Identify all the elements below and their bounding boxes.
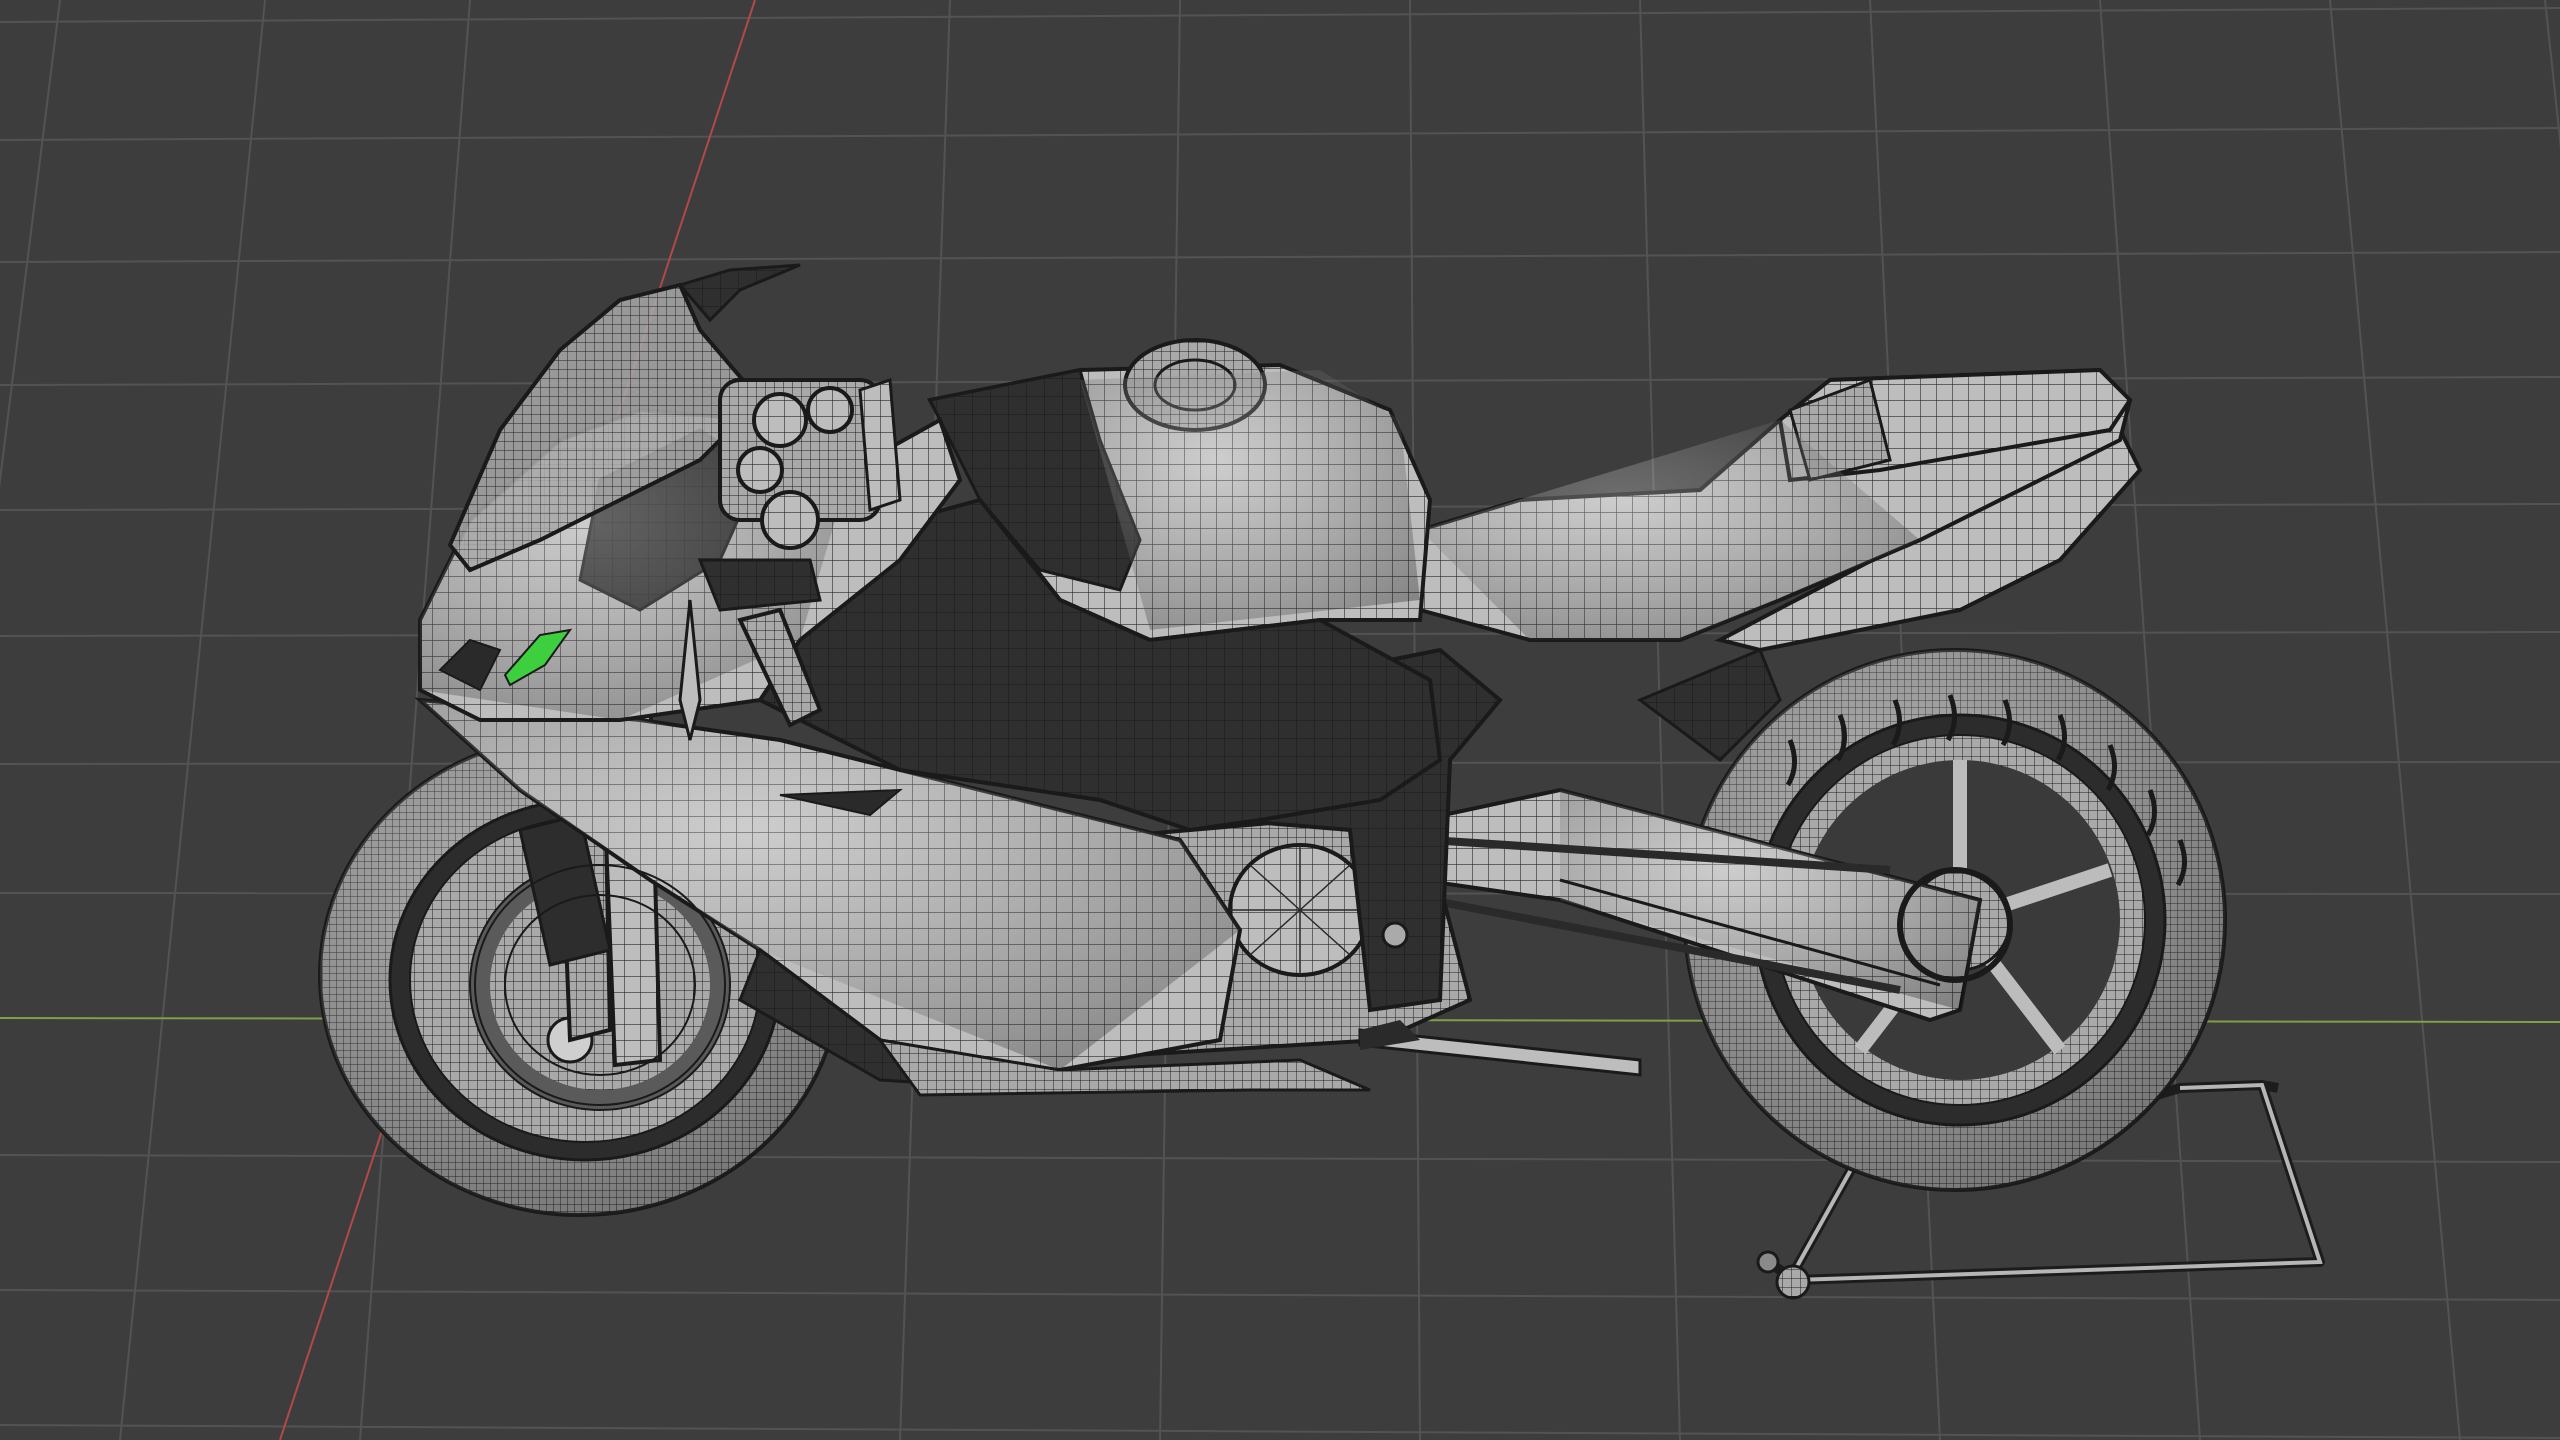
stand-roller [1775,1264,1811,1300]
3d-viewport[interactable] [0,0,2560,1440]
stand-roller-front [1756,1250,1780,1274]
viewport-canvas[interactable] [0,0,2560,1440]
footpeg-rearset[interactable] [1358,1020,1642,1077]
